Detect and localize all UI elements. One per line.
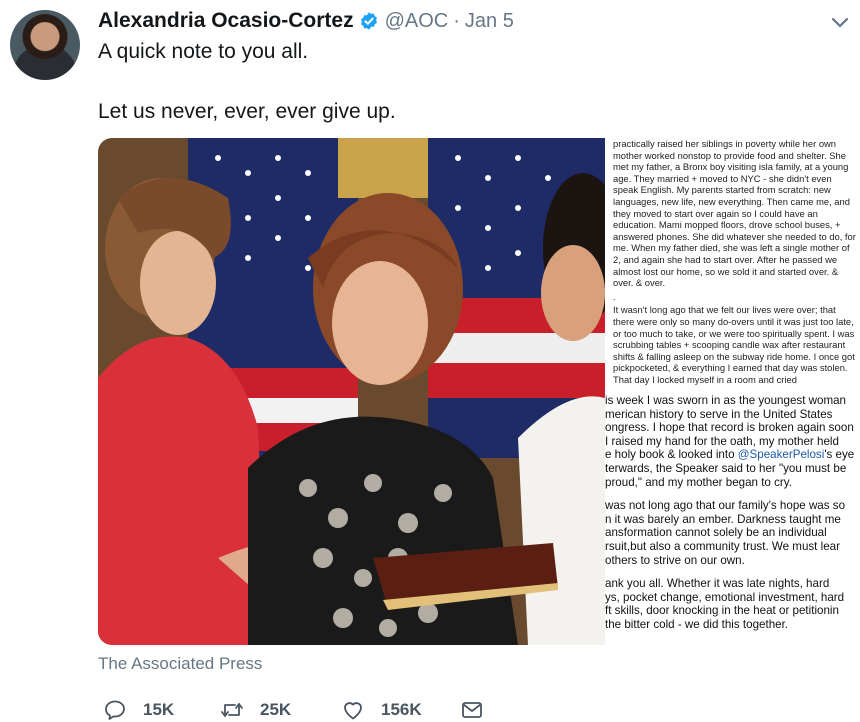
- note-line: ansformation cannot solely be an individ…: [605, 526, 827, 540]
- retweet-count: 25K: [260, 700, 292, 719]
- note-line-part: 's eye: [824, 448, 855, 462]
- note-line: I raised my hand for the oath, my mother…: [605, 434, 839, 448]
- chevron-down-icon[interactable]: [830, 12, 850, 32]
- note-top-separator: .: [613, 290, 616, 302]
- note-line: ys, pocket change, emotional investment,…: [605, 590, 845, 604]
- direct-message-button[interactable]: [460, 698, 484, 722]
- speaker-pelosi-mention: @SpeakerPelosi: [737, 448, 825, 462]
- envelope-icon: [462, 702, 482, 718]
- note-line: ongress. I hope that record is broken ag…: [605, 421, 854, 435]
- swearing-in-photo: [98, 138, 605, 645]
- separator-dot: ·: [453, 9, 460, 32]
- note-top-section: practically raised her siblings in pover…: [613, 138, 856, 386]
- retweet-icon: [221, 703, 243, 717]
- note-line-part: e holy book & looked into: [605, 448, 738, 462]
- note-bottom-section: is week I was sworn in as the youngest w…: [605, 394, 856, 644]
- note-line: proud," and my mother began to cry.: [605, 475, 792, 489]
- note-line: others to strive on our own.: [605, 553, 745, 567]
- reply-button[interactable]: 15K: [103, 698, 174, 722]
- like-count: 156K: [381, 700, 422, 719]
- tweet-date[interactable]: Jan 5: [465, 10, 514, 33]
- tweet-text-line-1: A quick note to you all.: [98, 40, 309, 63]
- note-line: rsuit,but also a community trust. We mus…: [605, 539, 840, 553]
- note-line: ank you all. Whether it was late nights,…: [605, 577, 830, 591]
- heart-icon: [344, 702, 362, 720]
- note-bottom-paragraph-3: ank you all. Whether it was late nights,…: [605, 577, 856, 631]
- tweet-header: Alexandria Ocasio-Cortez @AOC · Jan 5: [98, 8, 514, 34]
- media-source-attribution[interactable]: The Associated Press: [98, 654, 262, 674]
- verified-badge-icon: [360, 12, 377, 30]
- note-bottom-paragraph-1: is week I was sworn in as the youngest w…: [605, 394, 856, 489]
- tweet-actions: 15K 25K 156K: [98, 698, 498, 722]
- note-line: ft skills, door knocking in the heat or …: [605, 604, 839, 618]
- note-line: merican history to serve in the United S…: [605, 407, 833, 421]
- note-top-paragraph-1: practically raised her siblings in pover…: [613, 138, 856, 289]
- author-name[interactable]: Alexandria Ocasio-Cortez: [98, 9, 354, 33]
- reply-icon: [105, 700, 125, 720]
- note-line: n it was barely an ember. Darkness taugh…: [605, 512, 841, 526]
- note-line: terwards, the Speaker said to her "you m…: [605, 461, 847, 475]
- notes-app-screenshot: practically raised her siblings in pover…: [605, 138, 856, 645]
- note-top-paragraph-2: It wasn't long ago that we felt our live…: [613, 304, 855, 385]
- author-handle[interactable]: @AOC: [385, 10, 449, 33]
- note-line: the bitter cold - we did this together.: [605, 617, 789, 631]
- note-bottom-paragraph-2: was not long ago that our family's hope …: [605, 499, 856, 567]
- tweet-media[interactable]: practically raised her siblings in pover…: [98, 138, 856, 645]
- author-avatar[interactable]: [10, 10, 80, 80]
- retweet-button[interactable]: 25K: [220, 698, 291, 722]
- reply-count: 15K: [143, 700, 175, 719]
- note-line: was not long ago that our family's hope …: [605, 499, 846, 513]
- tweet-text-line-2: Let us never, ever, ever give up.: [98, 100, 396, 123]
- like-button[interactable]: 156K: [341, 698, 422, 722]
- note-line: is week I was sworn in as the youngest w…: [605, 394, 847, 407]
